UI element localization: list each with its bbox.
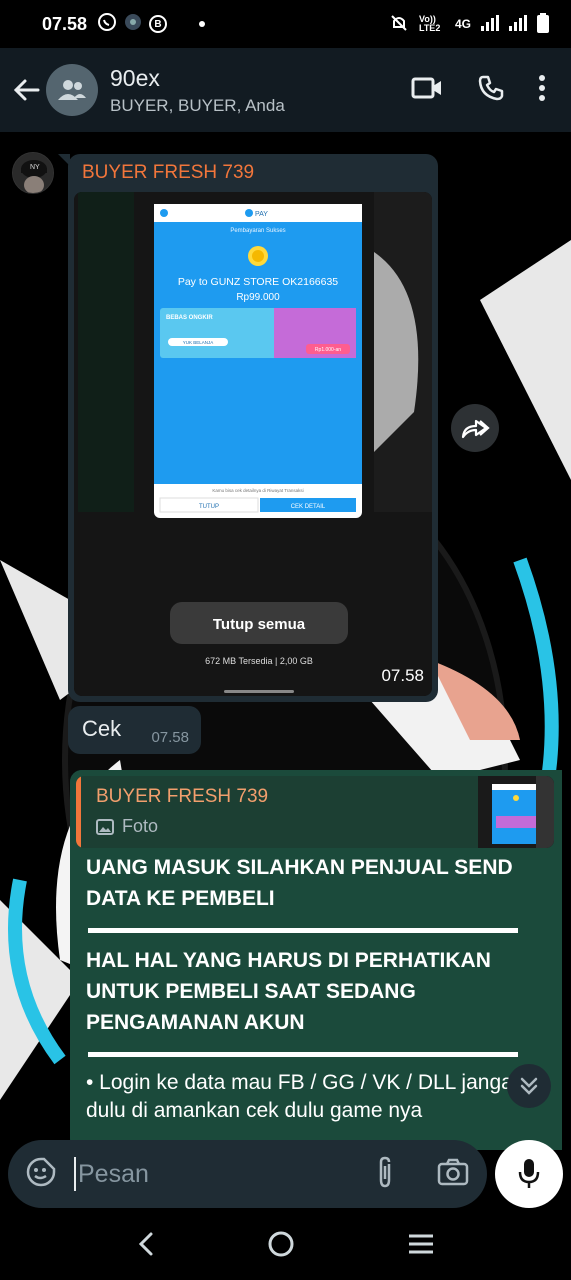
close-all-text: Tutup semua <box>213 616 306 633</box>
network-type-label: 4G <box>454 17 471 31</box>
arrow-left-icon <box>13 79 40 101</box>
memory-text: 672 MB Tersedia | 2,00 GB <box>205 656 313 666</box>
sticker-icon <box>26 1157 56 1186</box>
message-input[interactable] <box>78 1159 338 1189</box>
chevron-left-icon <box>138 1232 153 1255</box>
nav-home-button[interactable] <box>267 1230 295 1263</box>
detail-button-text: CEK DETAIL <box>291 504 326 510</box>
signal-icon <box>481 14 499 34</box>
status-system-icons: Vo)) LTE2 4G <box>389 12 549 36</box>
battery-icon <box>537 12 549 36</box>
video-camera-icon <box>411 77 441 98</box>
phone-icon <box>478 75 504 100</box>
close-button-text: TUTUP <box>199 504 219 510</box>
reply-body: UANG MASUK SILAHKAN PENJUAL SEND DATA KE… <box>86 852 536 1125</box>
sender-avatar[interactable]: NY <box>12 152 54 194</box>
quoted-type: Foto <box>96 816 158 837</box>
recents-icon <box>409 1234 434 1253</box>
footer-note: Kamu bisa cek detailnya di Riwayat Trans… <box>212 488 303 493</box>
group-icon <box>58 80 86 100</box>
divider <box>88 928 518 933</box>
message-time: 07.58 <box>151 729 189 746</box>
incoming-photo-message[interactable]: BUYER FRESH 739 PAY Pembayaran Sukses Pa… <box>58 154 438 702</box>
sender-name: BUYER FRESH 739 <box>82 162 255 183</box>
voice-record-button[interactable] <box>495 1140 563 1208</box>
more-options-button[interactable] <box>539 74 545 106</box>
system-navigation-bar <box>0 1212 571 1280</box>
status-time: 07.58 <box>42 13 88 34</box>
promo-price-text: Rp1.000-an <box>315 347 341 353</box>
svg-text:NY: NY <box>30 164 40 171</box>
reply-paragraph-3: • Login ke data mau FB / GG / VK / DLL j… <box>86 1071 525 1122</box>
back-button[interactable] <box>2 76 50 104</box>
app-notification-icon <box>123 12 143 37</box>
forward-icon <box>461 419 490 439</box>
quoted-type-label: Foto <box>122 816 159 836</box>
forward-button[interactable] <box>451 404 499 452</box>
quoted-thumbnail <box>478 776 554 848</box>
paperclip-icon <box>379 1156 391 1187</box>
quote-accent-bar <box>76 776 81 848</box>
quoted-sender: BUYER FRESH 739 <box>96 786 269 807</box>
chat-title: 90ex <box>110 64 160 91</box>
volte-label: Vo)) LTE2 <box>418 14 441 33</box>
voice-call-button[interactable] <box>477 74 505 107</box>
image-icon <box>96 818 114 835</box>
pay-to-text: Pay to GUNZ STORE OK2166635 <box>178 276 338 288</box>
camera-icon <box>437 1158 469 1185</box>
quoted-message[interactable]: BUYER FRESH 739 Foto <box>76 776 554 848</box>
chat-header: 90ex BUYER, BUYER, Anda <box>0 48 571 132</box>
chat-participants: BUYER, BUYER, Anda <box>110 95 285 115</box>
microphone-icon <box>518 1159 540 1188</box>
more-notifications-dot-icon <box>199 21 206 27</box>
video-call-button[interactable] <box>411 76 443 105</box>
photo-content: PAY Pembayaran Sukses Pay to GUNZ STORE … <box>74 192 432 696</box>
message-time: 07.58 <box>381 666 424 685</box>
status-bar: 07.58 B Vo)) LTE2 4G <box>0 0 571 48</box>
chat-titles[interactable]: 90ex BUYER, BUYER, Anda <box>110 65 285 116</box>
scroll-to-bottom-button[interactable] <box>507 1064 551 1108</box>
group-avatar[interactable] <box>46 64 98 116</box>
home-circle-icon <box>268 1231 294 1256</box>
text-cursor <box>74 1157 76 1191</box>
incoming-text-message[interactable]: Cek 07.58 <box>68 706 201 754</box>
camera-button[interactable] <box>437 1158 469 1191</box>
pay-label: PAY <box>255 211 268 218</box>
success-label: Pembayaran Sukses <box>230 228 285 234</box>
bubble-tail <box>58 154 70 166</box>
composer-actions <box>375 1156 469 1193</box>
nav-back-button[interactable] <box>136 1231 156 1262</box>
promo-text: BEBAS ONGKIR <box>166 315 213 321</box>
attach-button[interactable] <box>375 1156 395 1193</box>
message-composer <box>8 1140 487 1208</box>
status-notification-icons: B <box>97 12 206 37</box>
outgoing-reply-message[interactable]: BUYER FRESH 739 Foto UANG MASUK SILAHKAN… <box>70 770 562 1150</box>
divider <box>88 1052 518 1057</box>
amount-text: Rp99.000 <box>236 292 280 303</box>
kebab-menu-icon <box>539 74 545 101</box>
b-notification-icon: B <box>149 15 168 33</box>
header-actions <box>411 74 545 107</box>
message-text: Cek <box>82 716 122 741</box>
message-photo[interactable]: PAY Pembayaran Sukses Pay to GUNZ STORE … <box>74 192 432 696</box>
reply-paragraph-1: UANG MASUK SILAHKAN PENJUAL SEND DATA KE… <box>86 856 513 910</box>
whatsapp-icon <box>97 12 117 37</box>
reply-paragraph-2: HAL HAL YANG HARUS DI PERHATIKAN UNTUK P… <box>86 949 491 1034</box>
signal-2-icon <box>509 14 527 34</box>
promo-sub-text: YUK BELANJA <box>183 340 214 345</box>
double-chevron-down-icon <box>520 1077 538 1095</box>
mute-icon <box>389 13 409 36</box>
sticker-button[interactable] <box>26 1157 56 1192</box>
nav-recents-button[interactable] <box>407 1233 435 1260</box>
